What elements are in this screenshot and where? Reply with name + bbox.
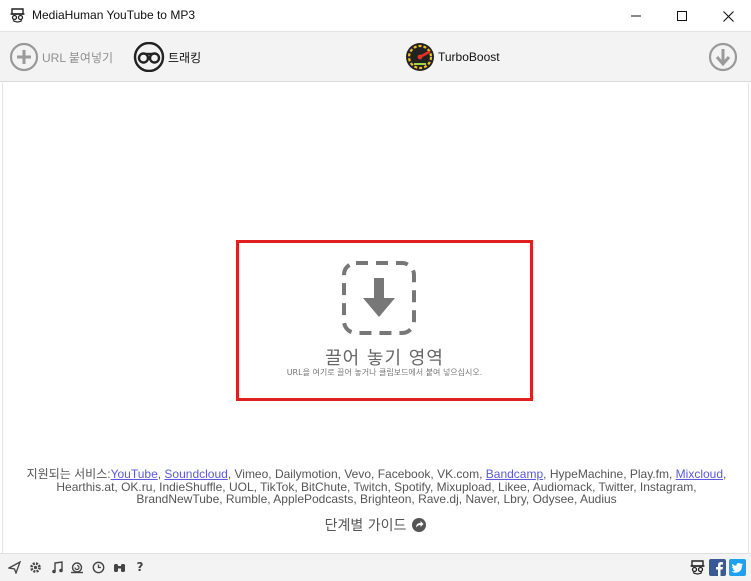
facebook-icon[interactable] [709, 559, 726, 576]
mediahuman-app-icon [10, 8, 25, 23]
turboboost-button[interactable]: TurboBoost [405, 32, 500, 82]
service-name: Instagram [639, 479, 694, 494]
gear-icon[interactable] [28, 560, 42, 574]
music-note-icon[interactable] [50, 560, 64, 574]
paste-url-label: URL 붙여넣기 [42, 50, 114, 65]
toolbar: URL 붙여넣기 트래킹 TurboBoost [0, 32, 751, 82]
service-name: Hearthis.at [56, 479, 115, 494]
close-button[interactable] [705, 0, 751, 32]
add-circle-icon [9, 42, 39, 72]
step-by-step-guide[interactable]: 단계별 가이드 [3, 515, 748, 535]
snail-icon[interactable] [70, 560, 84, 574]
guide-label: 단계별 가이드 [324, 518, 407, 534]
send-icon[interactable] [7, 560, 21, 574]
tracking-label: 트래킹 [168, 50, 202, 65]
binoculars-icon [133, 42, 165, 72]
supported-services: 지원되는 서비스:YouTube, Soundcloud, Vimeo, Dai… [23, 468, 730, 506]
download-arrow-icon [342, 261, 416, 335]
turboboost-label: TurboBoost [438, 50, 500, 64]
paste-url-button[interactable]: URL 붙여넣기 [9, 32, 113, 82]
service-name: Brighteon [360, 492, 412, 506]
service-name: Audius [579, 492, 617, 506]
drop-zone[interactable]: 끌어 놓기 영역 URL을 여기로 끌어 놓거나 클립보드에서 붙여 넣으십시오… [236, 240, 533, 401]
maximize-icon [677, 11, 687, 21]
mediahuman-icon[interactable] [689, 559, 706, 576]
status-bar: ? [0, 553, 751, 581]
services-list: YouTube, Soundcloud, Vimeo, Dailymotion,… [56, 467, 727, 506]
window-title: MediaHuman YouTube to MP3 [32, 8, 195, 22]
service-name: Naver [465, 492, 497, 506]
download-all-button[interactable] [708, 32, 738, 82]
download-circle-icon [708, 42, 738, 72]
service-name: BrandNewTube [136, 492, 220, 506]
arrow-circle-icon [412, 518, 427, 532]
twitter-icon[interactable] [729, 559, 746, 576]
minimize-icon [631, 15, 641, 17]
service-name: ApplePodcasts [273, 492, 354, 506]
binoculars-small-icon[interactable] [112, 560, 126, 574]
service-name: Odysee [532, 492, 574, 506]
title-bar: MediaHuman YouTube to MP3 [0, 0, 751, 32]
help-icon[interactable]: ? [133, 560, 147, 574]
service-name: Rave.dj [418, 492, 459, 506]
maximize-button[interactable] [659, 0, 705, 32]
main-area: 끌어 놓기 영역 URL을 여기로 끌어 놓거나 클립보드에서 붙여 넣으십시오… [2, 83, 749, 553]
close-icon [722, 10, 734, 22]
minimize-button[interactable] [613, 0, 659, 32]
speedometer-icon [406, 43, 434, 71]
clock-icon[interactable] [91, 560, 105, 574]
service-name: Rumble [225, 492, 268, 506]
service-name: Lbry [503, 492, 526, 506]
tracking-button[interactable]: 트래킹 [133, 32, 201, 82]
drop-zone-subtitle: URL을 여기로 끌어 놓거나 클립보드에서 붙여 넣으십시오. [286, 368, 483, 377]
